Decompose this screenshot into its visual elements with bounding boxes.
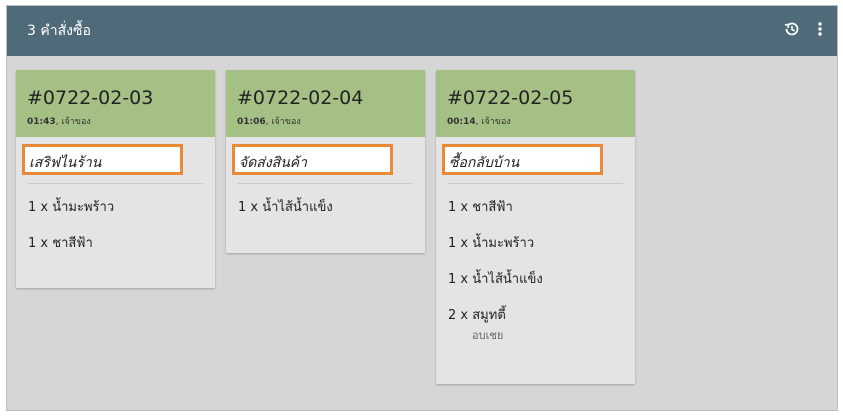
- order-items: 1 x ชาสีฟ้า 1 x น้ำมะพร้าว 1 x น้ำไส้น้ำ…: [436, 184, 635, 361]
- order-time: 01:06: [237, 117, 266, 127]
- order-id: #0722-02-05: [447, 87, 574, 109]
- item-name: น้ำไส้น้ำแข็ง: [262, 200, 333, 215]
- order-item: 1 x น้ำไส้น้ำแข็ง: [238, 199, 425, 235]
- order-items: 1 x น้ำมะพร้าว 1 x ชาสีฟ้า: [16, 184, 215, 281]
- order-item: 1 x ชาสีฟ้า: [448, 199, 635, 235]
- item-name: ชาสีฟ้า: [52, 236, 93, 251]
- order-card-header: #0722-02-05 00:14, เจ้าของ: [436, 70, 635, 137]
- history-icon[interactable]: [782, 19, 802, 39]
- order-item: 1 x น้ำมะพร้าว: [448, 235, 635, 271]
- order-items: 1 x น้ำไส้น้ำแข็ง: [226, 184, 425, 245]
- item-name: สมูทตี้: [472, 308, 506, 323]
- item-qty: 1 x: [28, 236, 49, 251]
- item-qty: 1 x: [448, 272, 469, 287]
- order-owner: เจ้าของ: [61, 117, 91, 127]
- order-meta: 01:06, เจ้าของ: [237, 117, 301, 127]
- order-id: #0722-02-04: [237, 87, 364, 109]
- order-meta: 00:14, เจ้าของ: [447, 117, 511, 127]
- order-card[interactable]: #0722-02-05 00:14, เจ้าของ ซื้อกลับบ้าน …: [436, 70, 635, 384]
- item-qty: 1 x: [238, 200, 259, 215]
- order-card-header: #0722-02-04 01:06, เจ้าของ: [226, 70, 425, 137]
- order-type-box: เสริฟไนร้าน: [22, 144, 183, 175]
- item-name: น้ำไส้น้ำแข็ง: [472, 272, 543, 287]
- order-board: 3 คำสั่งซื้อ #0722-02-03 01:43, เจ้าของ …: [6, 5, 838, 411]
- order-id: #0722-02-03: [27, 87, 154, 109]
- item-name: น้ำมะพร้าว: [52, 200, 115, 215]
- order-type-box: จัดส่งสินค้า: [232, 144, 393, 175]
- order-item: 2 x สมูทตี้ อบเชย: [448, 307, 635, 351]
- item-qty: 1 x: [28, 200, 49, 215]
- order-card[interactable]: #0722-02-04 01:06, เจ้าของ จัดส่งสินค้า …: [226, 70, 425, 253]
- order-time: 01:43: [27, 117, 56, 127]
- order-owner: เจ้าของ: [271, 117, 301, 127]
- order-time: 00:14: [447, 117, 476, 127]
- order-type-box: ซื้อกลับบ้าน: [442, 144, 603, 175]
- item-name: น้ำมะพร้าว: [472, 236, 535, 251]
- order-meta: 01:43, เจ้าของ: [27, 117, 91, 127]
- top-app-bar: 3 คำสั่งซื้อ: [7, 6, 837, 56]
- order-item: 1 x น้ำมะพร้าว: [28, 199, 215, 235]
- item-note: อบเชย: [472, 329, 504, 342]
- item-qty: 2 x: [448, 308, 469, 323]
- order-item: 1 x น้ำไส้น้ำแข็ง: [448, 271, 635, 307]
- item-qty: 1 x: [448, 236, 469, 251]
- order-card[interactable]: #0722-02-03 01:43, เจ้าของ เสริฟไนร้าน 1…: [16, 70, 215, 288]
- order-count-title: 3 คำสั่งซื้อ: [27, 23, 91, 39]
- item-qty: 1 x: [448, 200, 469, 215]
- item-name: ชาสีฟ้า: [472, 200, 513, 215]
- order-owner: เจ้าของ: [481, 117, 511, 127]
- order-item: 1 x ชาสีฟ้า: [28, 235, 215, 271]
- order-card-header: #0722-02-03 01:43, เจ้าของ: [16, 70, 215, 137]
- more-vert-icon[interactable]: [813, 19, 827, 39]
